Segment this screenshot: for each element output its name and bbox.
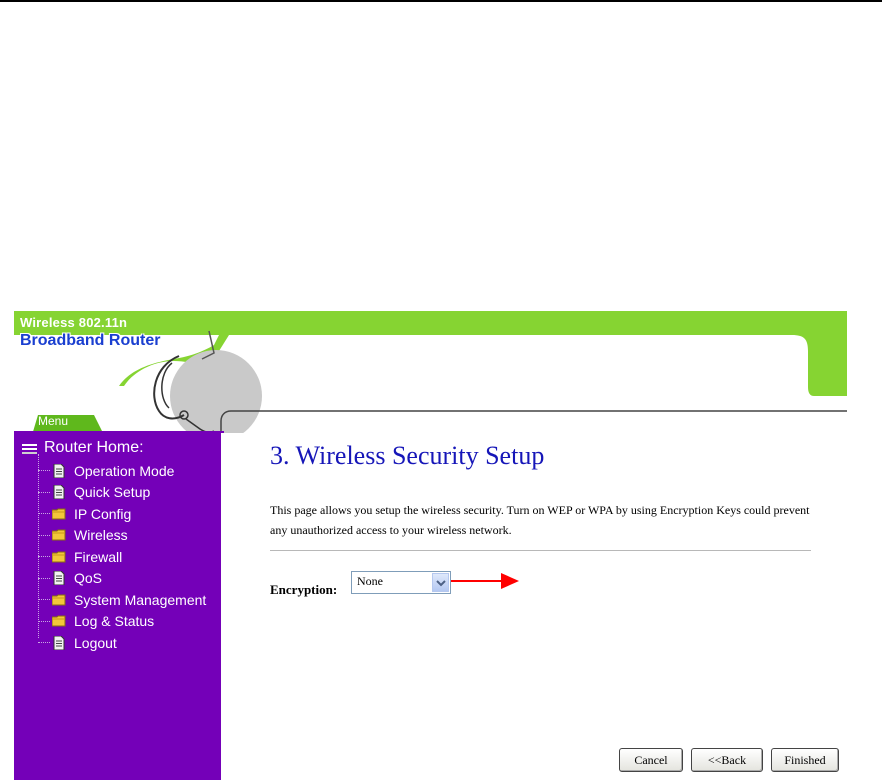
router-admin-window: Wireless 802.11n Broadband Router Menu R… (14, 311, 847, 780)
sidebar-item-system-management[interactable]: System Management (32, 589, 206, 611)
page-title: 3. Wireless Security Setup (270, 441, 545, 470)
brand-line-2: Broadband Router (20, 332, 161, 349)
page-description: This page allows you setup the wireless … (270, 503, 810, 537)
sidebar-item-quick-setup[interactable]: Quick Setup (32, 482, 206, 504)
sidebar-item-wireless[interactable]: Wireless (32, 525, 206, 547)
sidebar-menu: Router Home: Operation Mode Quick Setup … (14, 433, 221, 780)
sidebar-item-logout[interactable]: Logout (32, 632, 206, 654)
sidebar-item-label: Firewall (74, 548, 123, 565)
router-home-icon (22, 444, 37, 454)
page-icon (53, 463, 65, 478)
page-icon (53, 485, 65, 500)
chevron-down-icon (435, 579, 446, 586)
dropdown-button[interactable] (432, 573, 449, 592)
finished-button[interactable]: Finished (771, 748, 839, 772)
encryption-label: Encryption: (270, 582, 338, 597)
sidebar-item-label: Quick Setup (74, 484, 151, 501)
cancel-button[interactable]: Cancel (619, 748, 683, 772)
sidebar-home[interactable]: Router Home: (22, 439, 144, 457)
header-banner (14, 311, 847, 435)
sidebar-home-label: Router Home: (44, 439, 144, 456)
main-content: 3. Wireless Security Setup This page all… (221, 433, 847, 780)
folder-icon (52, 508, 66, 520)
top-rule (0, 0, 882, 2)
folder-icon (52, 594, 66, 606)
divider (270, 550, 811, 551)
encryption-select[interactable]: None (351, 571, 451, 594)
sidebar-item-firewall[interactable]: Firewall (32, 546, 206, 568)
annotation-arrow-icon (451, 573, 519, 589)
page-icon (53, 571, 65, 586)
sidebar-item-label: Wireless (74, 527, 128, 544)
sidebar-item-log-status[interactable]: Log & Status (32, 611, 206, 633)
back-button[interactable]: <<Back (691, 748, 763, 772)
folder-icon (52, 551, 66, 563)
sidebar-item-label: Logout (74, 634, 117, 651)
folder-icon (52, 529, 66, 541)
sidebar-item-operation-mode[interactable]: Operation Mode (32, 460, 206, 482)
sidebar-item-label: Log & Status (74, 613, 155, 630)
brand-line-1: Wireless 802.11n (20, 315, 128, 330)
sidebar-tree: Operation Mode Quick Setup IP Config Wir… (32, 454, 206, 654)
page-icon (53, 635, 65, 650)
folder-icon (52, 615, 66, 627)
encryption-selected-value: None (357, 574, 383, 588)
sidebar-item-ip-config[interactable]: IP Config (32, 503, 206, 525)
sidebar-item-qos[interactable]: QoS (32, 568, 206, 590)
sidebar-item-label: Operation Mode (74, 462, 175, 479)
sidebar-item-label: System Management (74, 591, 207, 608)
menu-tab: Menu (38, 414, 69, 428)
sidebar-item-label: IP Config (74, 505, 132, 522)
sidebar-item-label: QoS (74, 570, 103, 587)
